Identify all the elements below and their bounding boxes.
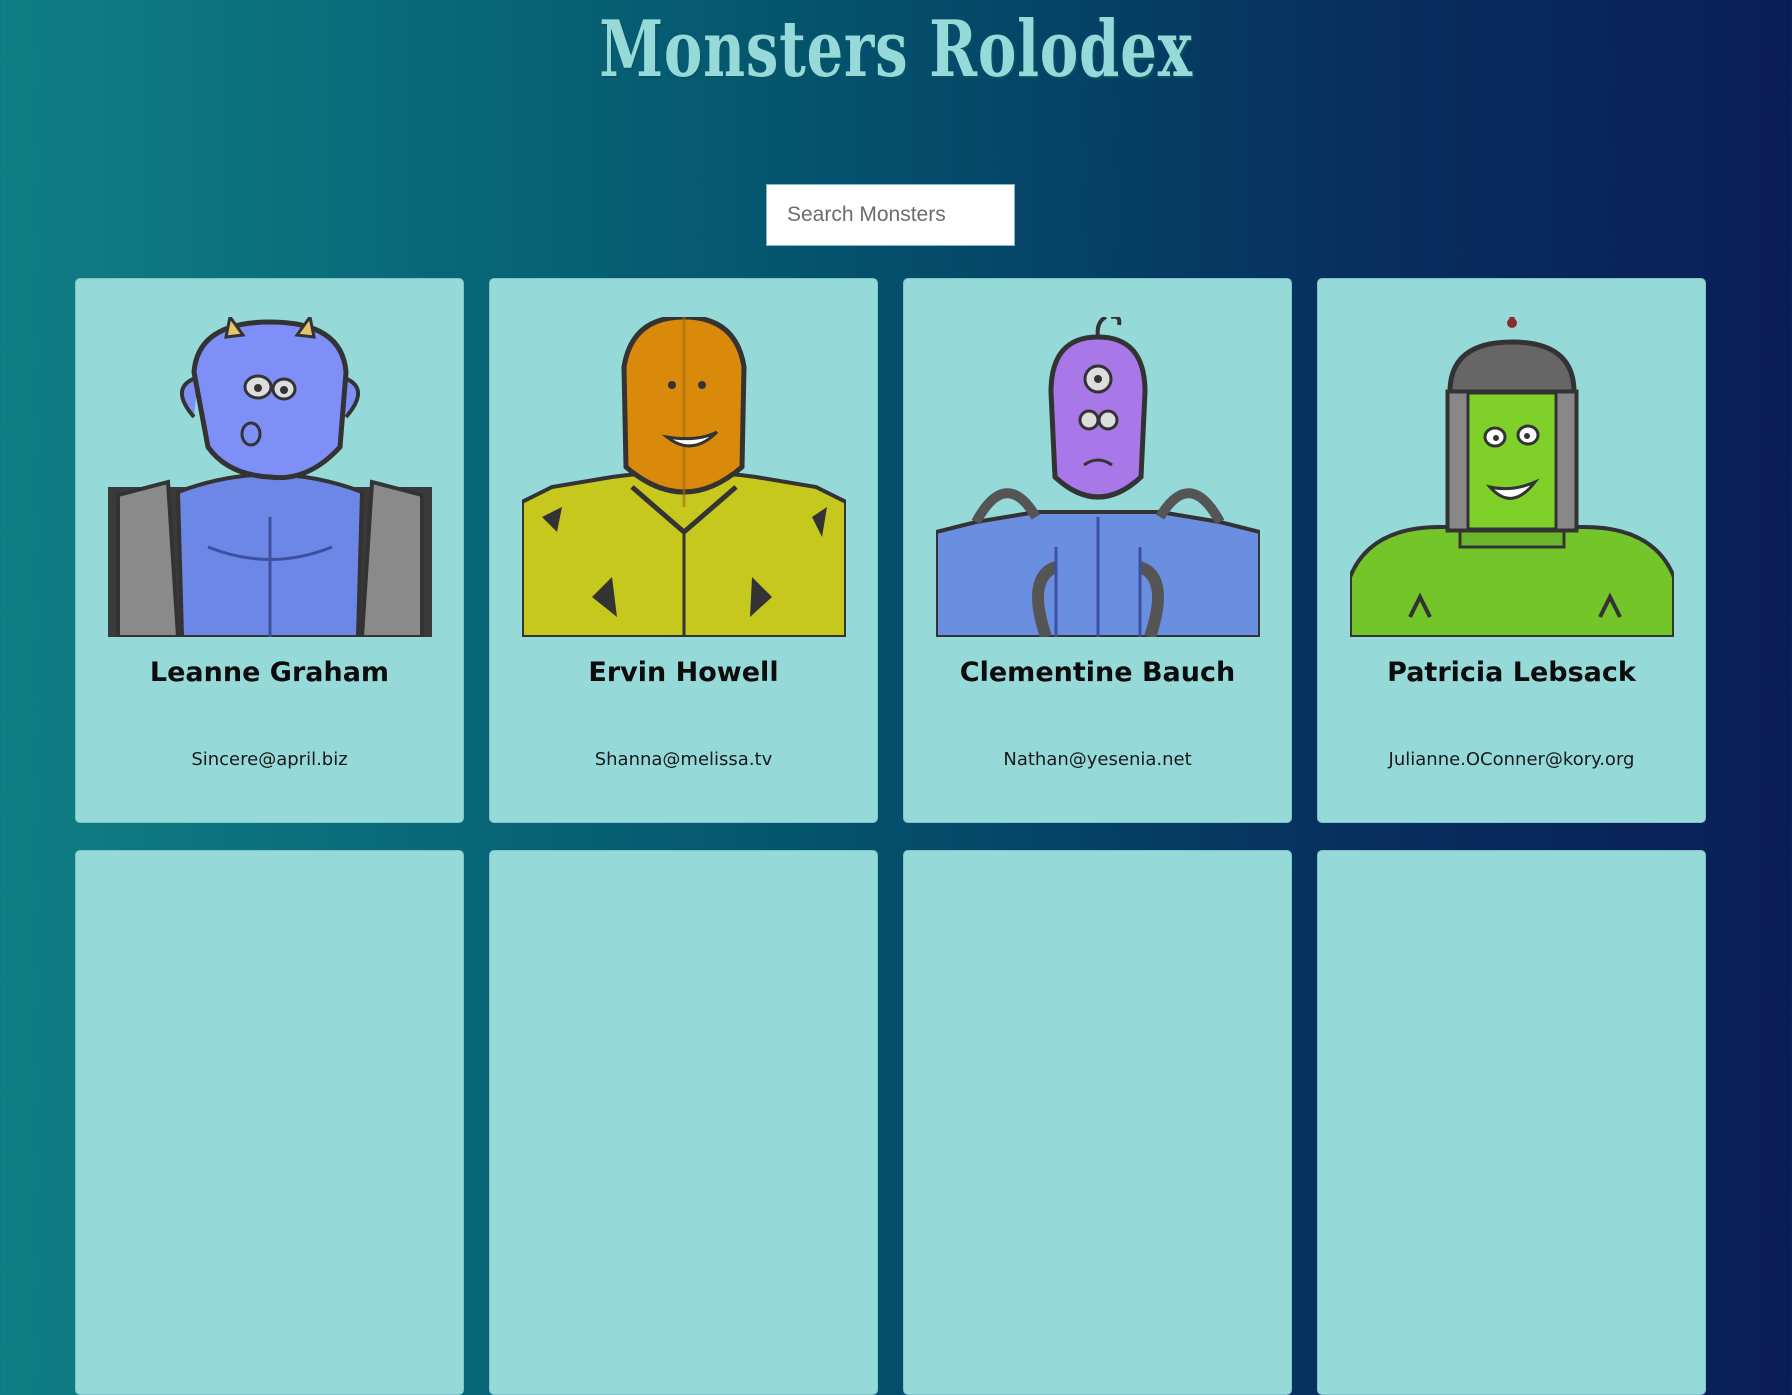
page-title: Monsters Rolodex xyxy=(599,4,1193,95)
monster-card[interactable]: Clementine Bauch Nathan@yesenia.net xyxy=(903,278,1292,823)
green-frankenstein-robot-icon xyxy=(1350,317,1674,637)
search-input[interactable] xyxy=(766,184,1015,246)
monster-card-list: Leanne Graham Sincere@april.biz Ervin Ho… xyxy=(75,278,1706,1395)
monster-email: Shanna@melissa.tv xyxy=(594,749,773,770)
monster-card[interactable] xyxy=(489,850,878,1395)
monster-card[interactable] xyxy=(1317,850,1706,1395)
monster-card[interactable] xyxy=(75,850,464,1395)
monster-name: Clementine Bauch xyxy=(959,657,1236,688)
monster-email: Julianne.OConner@kory.org xyxy=(1388,749,1635,770)
orange-hooded-monster-icon xyxy=(522,317,846,637)
monster-email: Sincere@april.biz xyxy=(191,749,348,770)
monster-card[interactable] xyxy=(903,850,1292,1395)
monster-card[interactable]: Ervin Howell Shanna@melissa.tv xyxy=(489,278,878,823)
purple-three-eyed-robot-icon xyxy=(936,317,1260,637)
monster-name: Leanne Graham xyxy=(149,657,390,688)
monster-email: Nathan@yesenia.net xyxy=(1003,749,1192,770)
monster-card[interactable]: Leanne Graham Sincere@april.biz xyxy=(75,278,464,823)
monster-name: Ervin Howell xyxy=(588,657,779,688)
monster-card[interactable]: Patricia Lebsack Julianne.OConner@kory.o… xyxy=(1317,278,1706,823)
blue-horned-monster-icon xyxy=(108,317,432,637)
monster-name: Patricia Lebsack xyxy=(1387,657,1636,688)
